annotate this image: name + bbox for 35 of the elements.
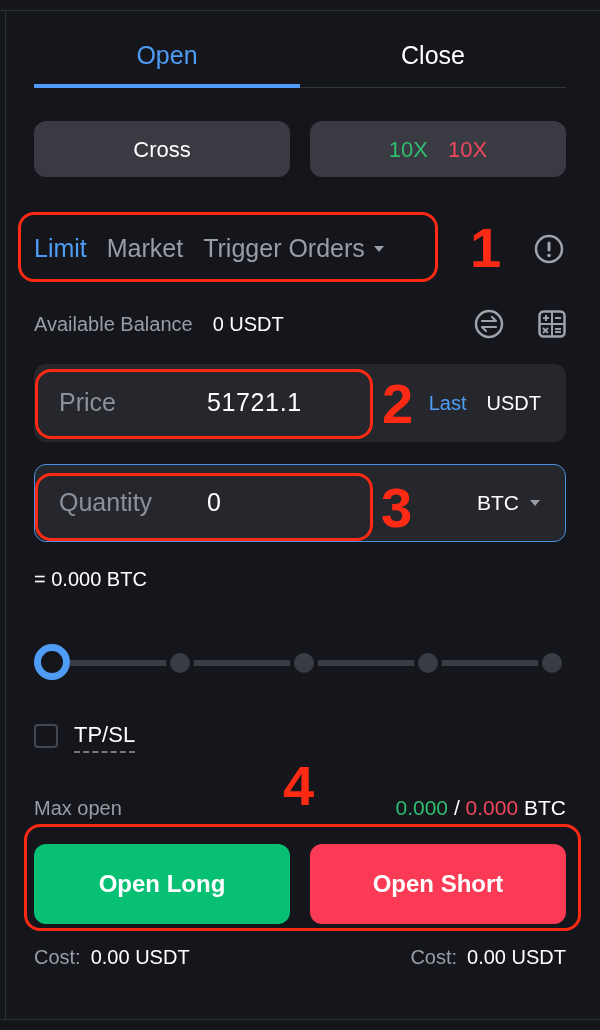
margin-mode-button[interactable]: Cross — [34, 121, 290, 177]
open-short-button[interactable]: Open Short — [310, 844, 566, 924]
tp-sl-label[interactable]: TP/SL — [74, 718, 136, 753]
slider-thumb[interactable] — [34, 644, 70, 680]
quantity-value: 0 — [207, 487, 221, 519]
last-price-button[interactable]: Last — [428, 388, 467, 418]
order-type-tab[interactable]: Market — [106, 230, 184, 268]
cost-label: Cost: — [410, 945, 458, 970]
tab[interactable]: Close — [300, 28, 566, 88]
max-open-label: Max open — [34, 796, 122, 821]
balance-value: 0 USDT — [212, 312, 284, 337]
price-value: 51721.1 — [207, 387, 302, 419]
quantity-label: Quantity — [59, 487, 154, 519]
step-number: 3 — [381, 478, 413, 538]
price-label: Price — [59, 387, 117, 419]
balance-label: Available Balance — [34, 312, 193, 337]
step-number: 4 — [283, 756, 315, 816]
cost-value: 0.00 USDT — [467, 945, 566, 970]
calculator-icon[interactable] — [538, 310, 566, 338]
caret-icon — [529, 499, 541, 507]
tab[interactable]: Open — [34, 28, 300, 88]
price-unit: USDT — [486, 391, 541, 416]
step-number: 1 — [470, 218, 502, 278]
converted-amount: = 0.000 BTC — [34, 567, 148, 592]
unit-dropdown[interactable]: BTC — [477, 487, 541, 519]
step-number: 2 — [382, 374, 414, 434]
info-icon[interactable] — [534, 234, 564, 264]
max-open-value: 0.000 / 0.000 BTC — [395, 795, 566, 822]
cost-value: 0.00 USDT — [90, 945, 190, 970]
order-type-tab[interactable]: Trigger Orders — [203, 230, 385, 268]
leverage-button[interactable]: 10X 10X — [310, 121, 566, 177]
checkbox[interactable] — [34, 723, 58, 748]
order-type-tab[interactable]: Limit — [34, 230, 87, 268]
swap-icon[interactable] — [474, 309, 504, 339]
cost-label: Cost: — [34, 945, 81, 970]
